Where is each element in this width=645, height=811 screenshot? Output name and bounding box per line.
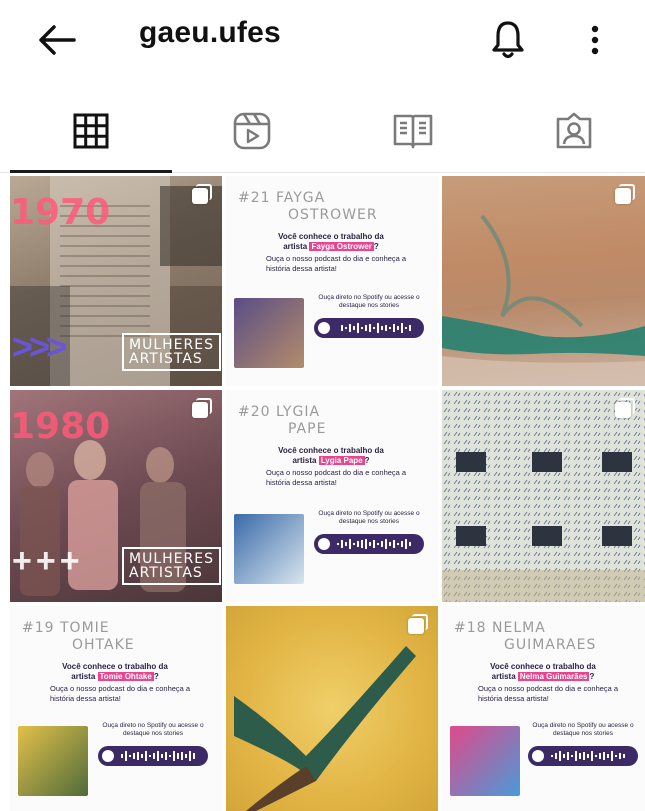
active-tab-indicator bbox=[10, 170, 172, 173]
post-podcast-nelma[interactable]: #18 NELMA GUIMARAES Você conhece o trabal… bbox=[442, 606, 645, 811]
post-podcast-fayga[interactable]: #21 FAYGA OSTROWER Você conhece o trabalh… bbox=[226, 176, 438, 386]
spotify-code bbox=[528, 746, 638, 766]
question-text: Você conhece o trabalho da artista Fayga … bbox=[278, 232, 384, 251]
post-painting-landscape[interactable] bbox=[442, 176, 645, 386]
spotify-icon bbox=[318, 322, 330, 334]
plus-decoration: +++ bbox=[12, 542, 84, 580]
post-podcast-tomie[interactable]: #19 TOMIE OHTAKE Você conhece o trabalho … bbox=[10, 606, 222, 811]
episode-number: #21 FAYGA OSTROWER bbox=[238, 190, 378, 223]
podcast-cover-image bbox=[18, 726, 88, 796]
subtitle-text: Ouça o nosso podcast do dia e conheça a … bbox=[478, 684, 619, 703]
spotify-code-wave bbox=[341, 323, 411, 333]
guide-book-icon bbox=[393, 114, 432, 149]
post-1980-collage[interactable]: 1980 +++ MULHERES ARTISTAS bbox=[10, 390, 222, 602]
multiple-photos-icon bbox=[408, 614, 430, 636]
mulheres-artistas-logo: MULHERES ARTISTAS bbox=[122, 547, 221, 585]
episode-number: #18 NELMA GUIMARAES bbox=[454, 620, 597, 653]
subtitle-text: Ouça o nosso podcast do dia e conheça a … bbox=[266, 254, 407, 273]
reels-icon bbox=[233, 112, 270, 150]
multiple-photos-icon bbox=[615, 398, 637, 420]
post-painting-ohtake[interactable] bbox=[226, 606, 438, 811]
question-text: Você conhece o trabalho da artista Lygia … bbox=[278, 446, 384, 465]
kebab-menu-icon[interactable] bbox=[580, 20, 610, 60]
tab-grid[interactable] bbox=[10, 90, 171, 172]
bell-icon[interactable] bbox=[488, 18, 528, 60]
abstract-brushstroke-image bbox=[234, 646, 416, 811]
profile-header: gaeu.ufes bbox=[0, 0, 645, 80]
multiple-photos-icon bbox=[192, 398, 214, 420]
podcast-cover-image bbox=[234, 514, 304, 584]
podcast-cover-image bbox=[450, 726, 520, 796]
spotify-code-wave bbox=[551, 751, 625, 761]
year-label: 1970 bbox=[10, 192, 111, 233]
subtitle-text: Ouça o nosso podcast do dia e conheça a … bbox=[50, 684, 191, 703]
spotify-code bbox=[98, 746, 208, 766]
spotify-code-wave bbox=[337, 539, 411, 549]
question-text: Você conhece o trabalho da artista Tomie … bbox=[62, 662, 168, 681]
question-text: Você conhece o trabalho da artista Nelma … bbox=[490, 662, 596, 681]
listen-text: Ouça direto no Spotify ou acesse o desta… bbox=[318, 510, 420, 525]
profile-username: gaeu.ufes bbox=[139, 16, 281, 49]
spotify-icon bbox=[318, 538, 330, 550]
spotify-code bbox=[314, 318, 424, 338]
listen-text: Ouça direto no Spotify ou acesse o desta… bbox=[318, 294, 420, 309]
listen-text: Ouça direto no Spotify ou acesse o desta… bbox=[102, 722, 204, 737]
back-arrow-icon[interactable] bbox=[34, 20, 84, 60]
episode-number: #20 LYGIA PAPE bbox=[238, 404, 327, 437]
year-label: 1980 bbox=[10, 406, 111, 447]
tab-guides[interactable] bbox=[332, 90, 493, 172]
listen-text: Ouça direto no Spotify ou acesse o desta… bbox=[532, 722, 634, 737]
post-podcast-lygia[interactable]: #20 LYGIA PAPE Você conhece o trabalho da… bbox=[226, 390, 438, 602]
tab-tagged[interactable] bbox=[493, 90, 645, 172]
spotify-code bbox=[314, 534, 424, 554]
profile-tabs bbox=[0, 90, 645, 172]
multiple-photos-icon bbox=[615, 184, 637, 206]
mulheres-artistas-logo: MULHERES ARTISTAS bbox=[122, 333, 221, 371]
subtitle-text: Ouça o nosso podcast do dia e conheça a … bbox=[266, 468, 407, 487]
textile-artwork-image bbox=[442, 390, 645, 602]
tab-reels[interactable] bbox=[171, 90, 332, 172]
abstract-painting-image bbox=[442, 214, 645, 386]
post-1970-collage[interactable]: 1970 >>> MULHERES ARTISTAS bbox=[10, 176, 222, 386]
spotify-icon bbox=[532, 750, 544, 762]
multiple-photos-icon bbox=[192, 184, 214, 206]
grid-icon bbox=[73, 113, 108, 149]
tagged-person-icon bbox=[556, 112, 591, 149]
spotify-code-wave bbox=[121, 751, 195, 761]
episode-number: #19 TOMIE OHTAKE bbox=[22, 620, 135, 653]
arrows-decoration: >>> bbox=[12, 326, 67, 367]
podcast-cover-image bbox=[234, 298, 304, 368]
spotify-icon bbox=[102, 750, 114, 762]
post-painting-letters[interactable] bbox=[442, 390, 645, 602]
